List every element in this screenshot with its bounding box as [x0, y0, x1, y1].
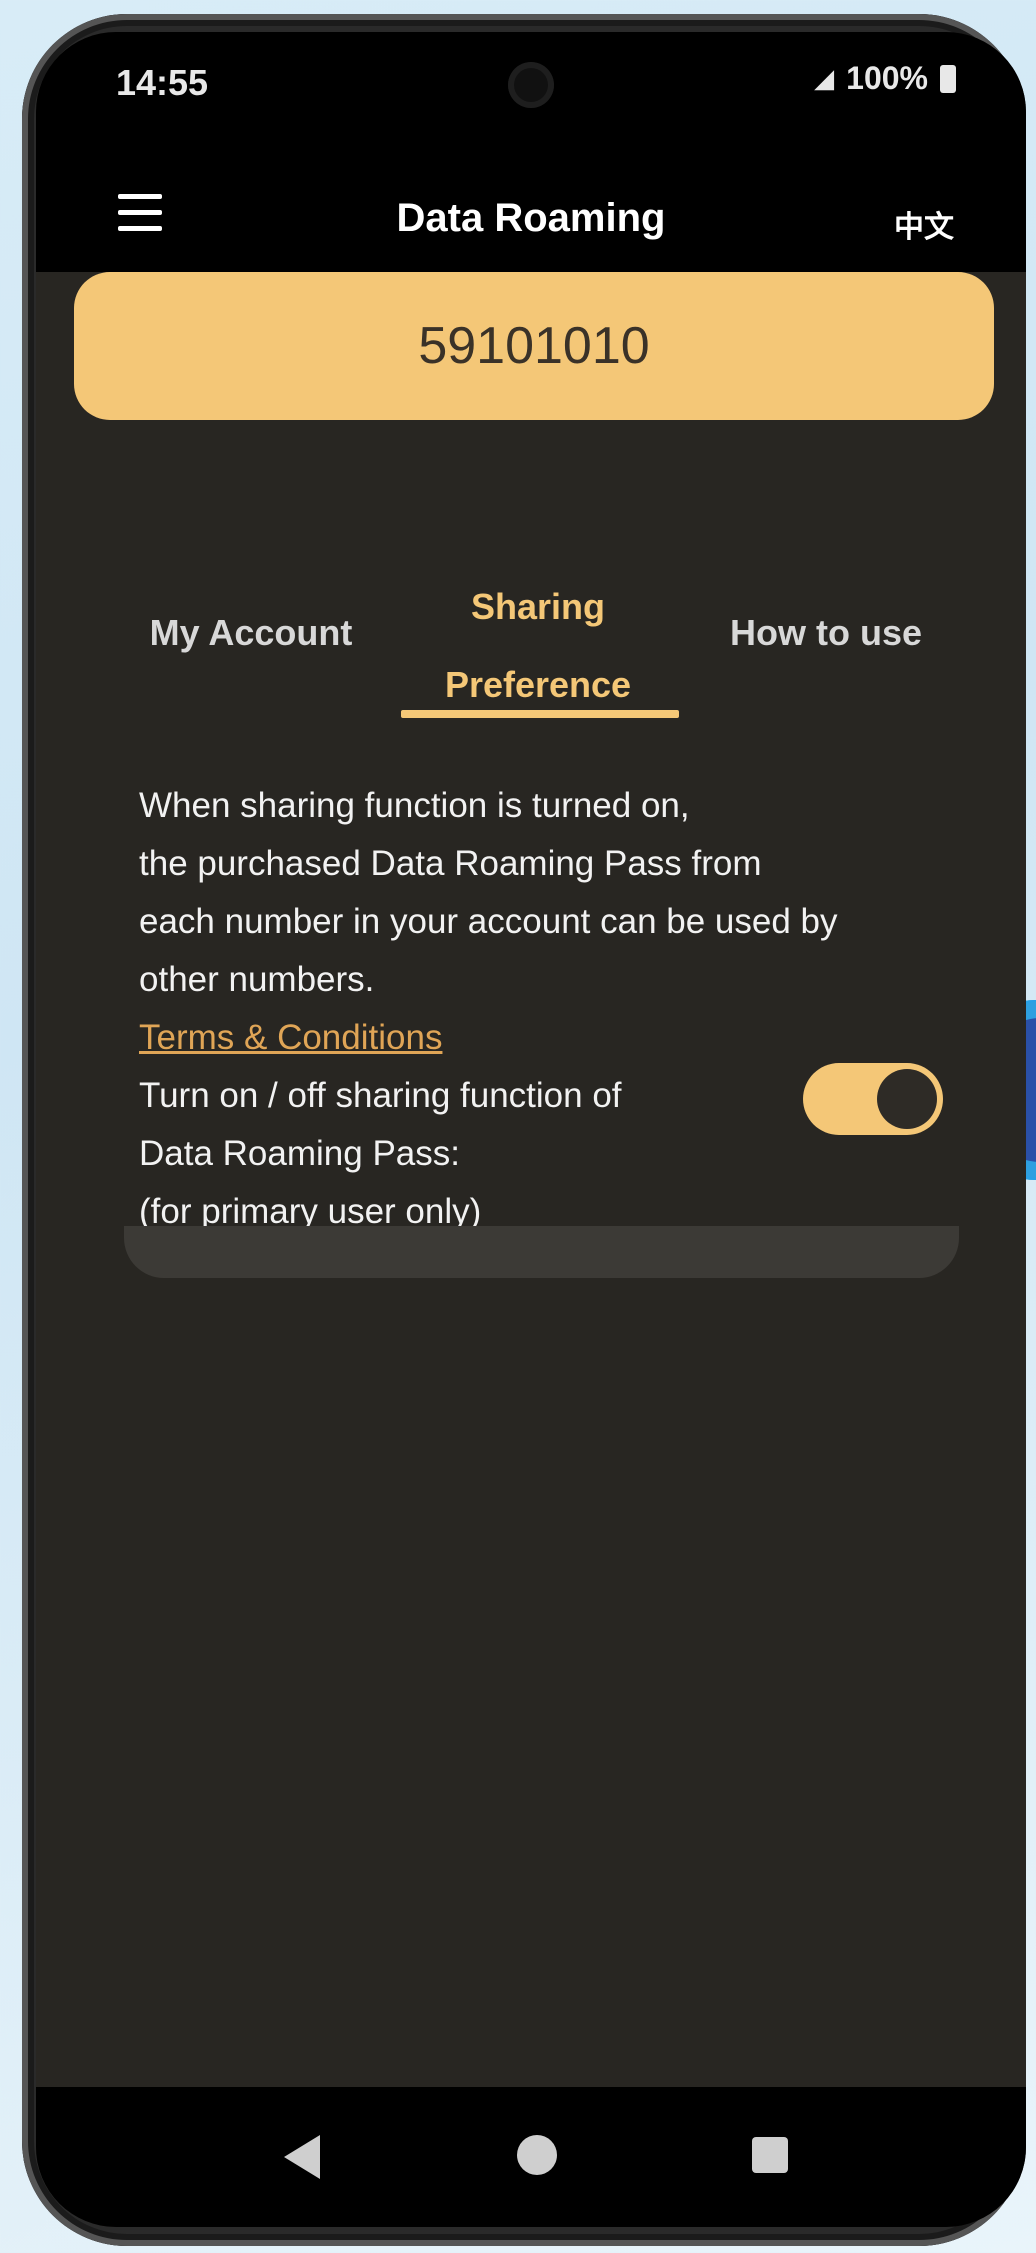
- sharing-toggle-switch[interactable]: [803, 1063, 943, 1135]
- toggle-knob: [877, 1069, 937, 1129]
- sharing-content: When sharing function is turned on, the …: [139, 777, 939, 1241]
- tab-my-account[interactable]: My Account: [116, 612, 386, 654]
- battery-percent: 100%: [846, 60, 928, 96]
- signal-icon: ◢: [814, 63, 835, 93]
- language-toggle[interactable]: 中文: [894, 202, 954, 246]
- back-triangle-icon[interactable]: [284, 2135, 320, 2179]
- system-nav-bar: [36, 2087, 1026, 2227]
- sharing-description: When sharing function is turned on, the …: [139, 786, 838, 999]
- home-circle-icon[interactable]: [517, 2135, 557, 2175]
- tab-sharing-preference[interactable]: Sharing Preference: [400, 568, 676, 724]
- app-header: Data Roaming 中文: [36, 162, 1026, 272]
- panel-bottom-edge: [124, 1226, 959, 1278]
- battery-icon: [940, 64, 956, 93]
- phone-screen: 14:55 ◢ 100% Data Roaming 中文 59101010 My…: [36, 32, 1026, 2227]
- tab-how-to-use[interactable]: How to use: [701, 612, 951, 654]
- page-title: Data Roaming: [396, 196, 666, 240]
- camera-icon: [508, 62, 554, 108]
- status-icons: ◢ 100%: [814, 60, 956, 97]
- tab-sharing-line1: Sharing: [470, 586, 605, 627]
- tab-bar: My Account Sharing Preference How to use: [36, 532, 1026, 732]
- terms-conditions-link[interactable]: Terms & Conditions: [139, 1009, 939, 1067]
- active-tab-indicator: [401, 710, 679, 718]
- account-number-banner: 59101010: [74, 272, 994, 420]
- status-bar: 14:55 ◢ 100%: [36, 32, 1026, 162]
- recent-apps-square-icon[interactable]: [752, 2137, 788, 2173]
- status-time: 14:55: [116, 62, 209, 103]
- sharing-toggle-label: Turn on / off sharing function of Data R…: [139, 1076, 622, 1231]
